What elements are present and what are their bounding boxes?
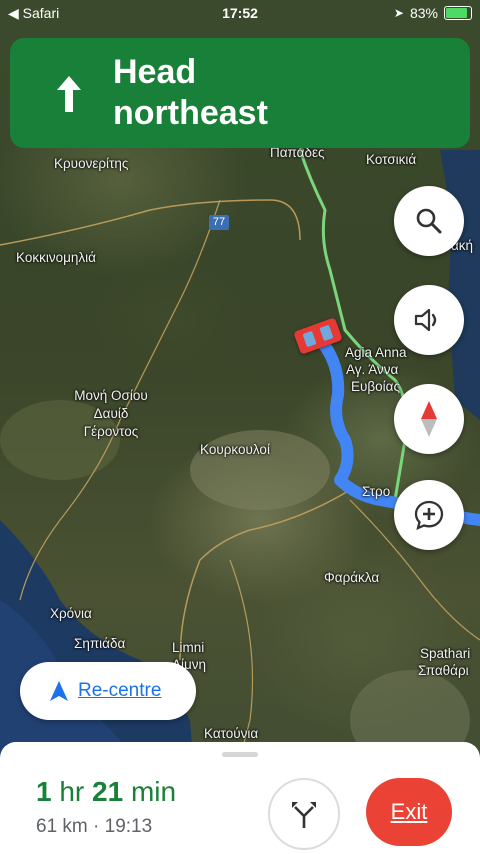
- compass-icon: [421, 401, 437, 437]
- status-bar: ◀ Safari 17:52 ➤ 83%: [0, 0, 480, 28]
- compass-button[interactable]: [394, 384, 464, 454]
- recentre-button[interactable]: Re-centre: [20, 662, 196, 720]
- eta-hours: 1: [36, 776, 52, 807]
- trip-summary-sheet[interactable]: 1 hr 21 min 61 km · 19:13 Exit: [0, 742, 480, 854]
- volume-icon: [414, 308, 437, 332]
- instruction-line-1: Head: [113, 53, 197, 91]
- instruction-line-2: northeast: [113, 94, 268, 132]
- map-label-farakla: Φαράκλα: [324, 570, 380, 585]
- search-button[interactable]: [394, 186, 464, 256]
- map-label-kokkinomilia: Κοκκινομηλιά: [16, 250, 96, 265]
- map-label-spathari-greek: Σπαθάρι: [418, 663, 469, 678]
- map-label-strofylia: Στρο: [362, 484, 391, 499]
- sound-button[interactable]: [394, 285, 464, 355]
- map-label-ag-anna-greek: Αγ. Άννα: [346, 362, 399, 377]
- direction-instruction: Head northeast: [113, 52, 268, 134]
- map-label-spiada: Σηπιάδα: [74, 636, 126, 651]
- map-label-kourkouloi: Κουρκουλοί: [200, 442, 270, 457]
- battery-icon: [444, 6, 472, 20]
- map-label-limni: Limni: [172, 640, 205, 655]
- map-label-moni-1: Μονή Οσίου: [74, 388, 148, 403]
- location-arrow-icon: ➤: [393, 6, 404, 20]
- exit-navigation-button[interactable]: Exit: [366, 778, 452, 846]
- arrow-up-icon: [57, 76, 81, 112]
- eta-minutes: 21: [92, 776, 124, 807]
- navigation-arrow-icon: [50, 681, 68, 701]
- eta-minutes-unit: min: [130, 776, 177, 807]
- road: [0, 199, 301, 246]
- add-comment-icon: [414, 500, 444, 530]
- direction-banner[interactable]: Head northeast: [10, 38, 470, 148]
- status-indicators: ➤ 83%: [394, 5, 472, 21]
- distance-arrival: 61 km · 19:13: [36, 816, 153, 837]
- map-label-moni-3: Γέροντος: [83, 424, 139, 439]
- map-label-chronia: Χρόνια: [50, 606, 92, 621]
- alternate-routes-button[interactable]: [268, 778, 340, 850]
- road-number-marker: 77: [209, 215, 229, 230]
- map-label-agia-anna: Agia Anna: [345, 345, 407, 360]
- map-label-katounia: Κατούνια: [204, 726, 259, 741]
- recentre-label: Re-centre: [78, 680, 162, 701]
- map-label-kryoneritis: Κρυονερίτης: [54, 156, 129, 171]
- search-icon: [416, 208, 442, 234]
- map-label-moni-2: Δαυίδ: [93, 406, 129, 421]
- eta-hours-unit: hr: [59, 776, 85, 807]
- map-label-evoias: Ευβοίας: [351, 379, 400, 394]
- eta-duration: 1 hr 21 min: [36, 776, 176, 808]
- battery-percent: 83%: [409, 5, 438, 21]
- map-label-kotsikia: Κοτσικιά: [366, 152, 417, 167]
- route-fork-icon: [292, 802, 316, 828]
- add-report-button[interactable]: [394, 480, 464, 550]
- map-label-spathari: Spathari: [420, 646, 471, 661]
- sheet-drag-handle[interactable]: [222, 752, 258, 757]
